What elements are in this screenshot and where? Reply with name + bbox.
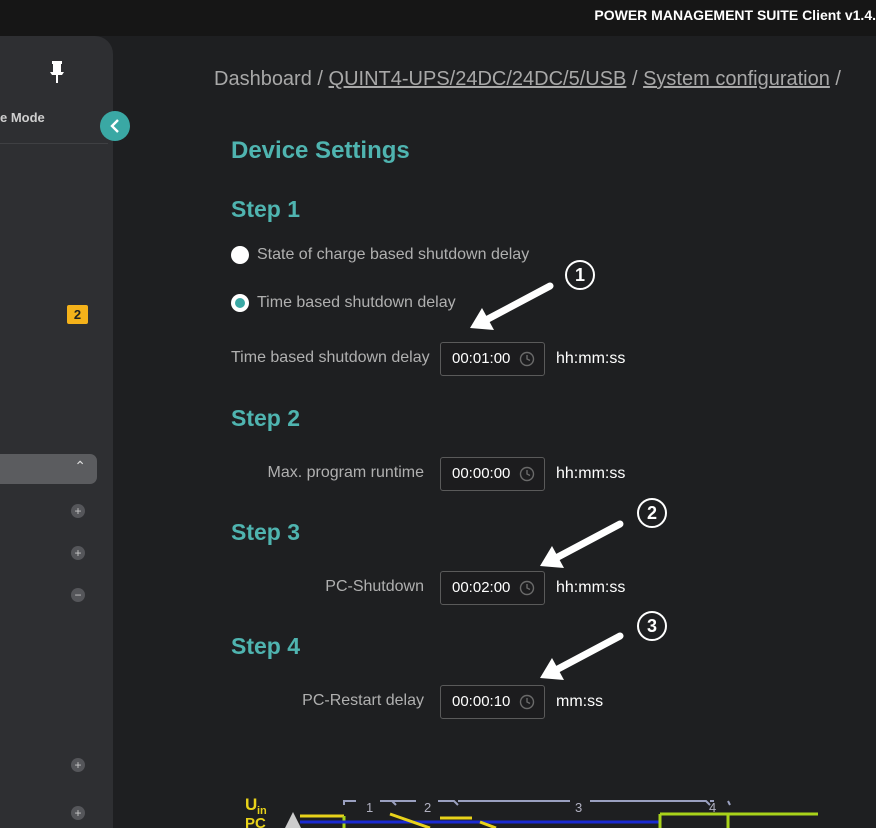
uin-label: U	[245, 795, 257, 814]
time-value: 00:00:00	[452, 465, 511, 482]
time-shutdown-delay-label: Time based shutdown delay	[231, 349, 430, 366]
title-bar: POWER MANAGEMENT SUITE Client v1.4.	[0, 0, 876, 36]
pc-restart-delay-input[interactable]: 00:00:10	[440, 685, 545, 719]
max-program-runtime-input[interactable]: 00:00:00	[440, 457, 545, 491]
breadcrumb: Dashboard / QUINT4-UPS/24DC/24DC/5/USB /…	[214, 68, 841, 91]
annotation-arrow-1	[470, 282, 554, 330]
unit-label: hh:mm:ss	[556, 350, 626, 367]
time-value: 00:02:00	[452, 579, 511, 596]
pc-restart-delay-label: PC-Restart delay	[302, 692, 424, 709]
step2-title: Step 2	[231, 405, 301, 431]
sidebar-collapse-button[interactable]	[100, 111, 130, 141]
pc-shutdown-label: PC-Shutdown	[325, 578, 424, 595]
breadcrumb-separator: /	[317, 68, 323, 90]
notification-badge: 2	[67, 305, 88, 324]
mode-label: e Mode	[0, 110, 45, 125]
app-title: POWER MANAGEMENT SUITE Client v1.4.	[594, 7, 876, 23]
radio-button[interactable]	[231, 246, 249, 264]
breadcrumb-device-link[interactable]: QUINT4-UPS/24DC/24DC/5/USB	[329, 68, 627, 90]
phase-marker-3: 3	[575, 800, 582, 815]
sidebar-expander[interactable]: ⌃	[0, 454, 97, 484]
annotation-arrow-3	[540, 632, 624, 680]
expand-icon[interactable]: +	[71, 504, 85, 518]
clock-icon[interactable]	[519, 466, 535, 482]
clock-icon[interactable]	[519, 694, 535, 710]
chevron-up-icon: ⌃	[74, 458, 86, 474]
radio-label: State of charge based shutdown delay	[257, 246, 530, 263]
radio-label: Time based shutdown delay	[257, 294, 456, 311]
max-program-runtime-label: Max. program runtime	[267, 464, 425, 481]
unit-label: hh:mm:ss	[556, 465, 626, 482]
timeline-start-marker	[285, 812, 301, 828]
annotation-marker-1: 1	[565, 260, 595, 290]
collapse-icon[interactable]: −	[71, 588, 85, 602]
annotation-marker-3: 3	[637, 611, 667, 641]
phase-brackets	[343, 800, 731, 806]
unit-label: mm:ss	[556, 693, 604, 710]
breadcrumb-separator: /	[835, 68, 841, 90]
timing-diagram: U in PC 1 2 3 4	[245, 795, 818, 828]
time-value: 00:01:00	[452, 350, 511, 367]
step4-title: Step 4	[231, 633, 301, 659]
phase-marker-2: 2	[424, 800, 431, 815]
pc-label: PC	[245, 815, 266, 828]
expand-icon[interactable]: +	[71, 806, 85, 820]
annotation-arrow-2	[540, 520, 624, 568]
expand-icon[interactable]: +	[71, 758, 85, 772]
radio-button-selected[interactable]	[231, 294, 249, 312]
clock-icon[interactable]	[519, 351, 535, 367]
expand-icon[interactable]: +	[71, 546, 85, 560]
unit-label: hh:mm:ss	[556, 579, 626, 596]
time-shutdown-delay-input[interactable]: 00:01:00	[440, 342, 545, 376]
radio-time-shutdown[interactable]: Time based shutdown delay	[231, 294, 456, 314]
radio-soc-shutdown[interactable]: State of charge based shutdown delay	[231, 246, 529, 266]
page-title: Device Settings	[231, 137, 410, 164]
breadcrumb-system-config-link[interactable]: System configuration	[643, 68, 830, 90]
clock-icon[interactable]	[519, 580, 535, 596]
step3-title: Step 3	[231, 519, 301, 545]
sidebar-divider	[0, 143, 108, 144]
pin-icon[interactable]	[47, 60, 67, 84]
time-value: 00:00:10	[452, 693, 511, 710]
step1-title: Step 1	[231, 196, 301, 222]
breadcrumb-separator: /	[631, 68, 638, 90]
pc-shutdown-input[interactable]: 00:02:00	[440, 571, 545, 605]
sidebar: e Mode 2 ⌃ + + − + +	[0, 36, 113, 828]
phase-marker-1: 1	[366, 800, 373, 815]
chevron-left-icon	[110, 119, 119, 133]
breadcrumb-dashboard[interactable]: Dashboard	[214, 68, 312, 90]
annotation-marker-2: 2	[637, 498, 667, 528]
